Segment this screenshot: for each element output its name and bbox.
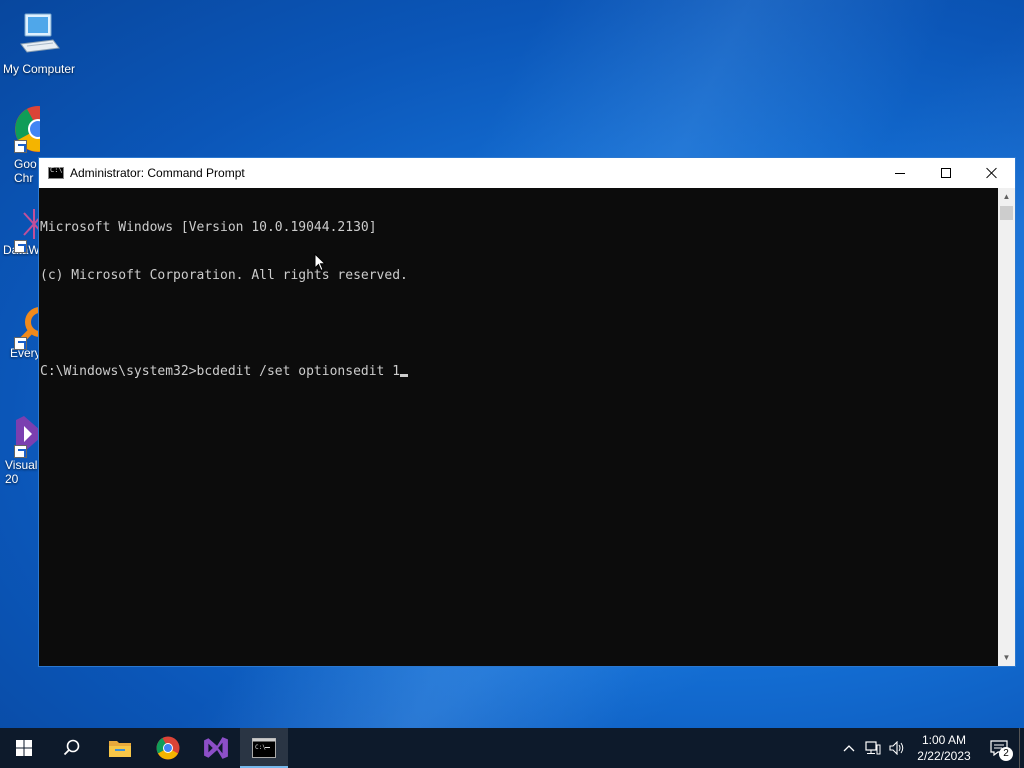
mouse-pointer-icon: [314, 252, 327, 277]
everything-search-icon: [14, 302, 40, 350]
console-command: C:\Windows\system32>bcdedit /set options…: [40, 364, 401, 379]
network-icon: [865, 741, 881, 755]
desktop-icon-label: Goo Chr: [14, 157, 37, 185]
search-icon: [63, 739, 80, 756]
desktop-icon-datawarrior[interactable]: DataW: [0, 205, 40, 257]
minimize-button[interactable]: [877, 158, 923, 188]
shortcut-arrow-icon: [14, 337, 27, 350]
computer-icon: [15, 10, 63, 58]
taskbar: C:\ 1:00 AM 2/22/2023 2: [0, 728, 1024, 768]
speaker-icon: [889, 741, 904, 755]
command-prompt-icon: C:\: [252, 738, 276, 758]
minimize-icon: [895, 172, 905, 174]
taskbar-file-explorer[interactable]: [96, 728, 144, 768]
text-cursor: [400, 374, 409, 377]
search-button[interactable]: [48, 728, 96, 768]
chrome-icon: [14, 105, 40, 153]
visual-studio-icon: [14, 410, 40, 458]
system-tray: 1:00 AM 2/22/2023 2: [837, 728, 1024, 768]
desktop-icon-label: Visual 20: [5, 458, 38, 486]
console-line: (c) Microsoft Corporation. All rights re…: [40, 268, 408, 283]
svg-text:C:\: C:\: [255, 744, 266, 751]
window-title: Administrator: Command Prompt: [70, 166, 245, 180]
close-icon: [986, 167, 998, 179]
scroll-up-arrow-icon[interactable]: ▲: [998, 188, 1015, 205]
maximize-button[interactable]: [923, 158, 969, 188]
console-prompt-line[interactable]: C:\Windows\system32>bcdedit /set options…: [40, 364, 1000, 380]
scrollbar-thumb[interactable]: [1000, 206, 1013, 220]
taskbar-clock[interactable]: 1:00 AM 2/22/2023: [909, 732, 979, 764]
network-button[interactable]: [861, 728, 885, 768]
taskbar-chrome[interactable]: [144, 728, 192, 768]
datawarrior-icon: [14, 205, 40, 253]
action-center-button[interactable]: 2: [979, 728, 1019, 768]
vertical-scrollbar[interactable]: ▲ ▼: [998, 188, 1015, 666]
chrome-icon: [156, 736, 180, 760]
clock-time: 1:00 AM: [921, 733, 967, 747]
notification-badge: 2: [999, 747, 1013, 761]
chevron-up-icon: [843, 745, 855, 752]
desktop-icon-everything[interactable]: Every: [0, 302, 40, 360]
shortcut-arrow-icon: [14, 140, 27, 153]
show-hidden-icons-button[interactable]: [837, 728, 861, 768]
command-prompt-window[interactable]: Administrator: Command Prompt Microsoft …: [38, 157, 1016, 667]
desktop-icon-chrome[interactable]: Goo Chr: [0, 105, 40, 185]
clock-date: 2/22/2023: [917, 749, 971, 763]
desktop-icon-my-computer[interactable]: My Computer: [0, 10, 78, 76]
show-desktop-button[interactable]: [1019, 728, 1024, 768]
command-prompt-icon: [48, 166, 64, 179]
console-line: Microsoft Windows [Version 10.0.19044.21…: [40, 220, 377, 235]
windows-logo-icon: [16, 740, 32, 756]
desktop-icon-visual-studio[interactable]: Visual 20: [0, 410, 40, 486]
scroll-down-arrow-icon[interactable]: ▼: [998, 649, 1015, 666]
start-button[interactable]: [0, 728, 48, 768]
desktop-icon-label: My Computer: [2, 62, 76, 76]
visual-studio-icon: [204, 737, 228, 759]
taskbar-command-prompt[interactable]: C:\: [240, 728, 288, 768]
shortcut-arrow-icon: [14, 445, 27, 458]
console-output[interactable]: Microsoft Windows [Version 10.0.19044.21…: [39, 188, 1000, 666]
volume-button[interactable]: [885, 728, 909, 768]
shortcut-arrow-icon: [14, 240, 27, 253]
maximize-icon: [941, 168, 951, 178]
taskbar-visual-studio[interactable]: [192, 728, 240, 768]
file-explorer-icon: [109, 741, 131, 757]
close-button[interactable]: [969, 158, 1015, 188]
window-titlebar[interactable]: Administrator: Command Prompt: [39, 158, 1015, 188]
